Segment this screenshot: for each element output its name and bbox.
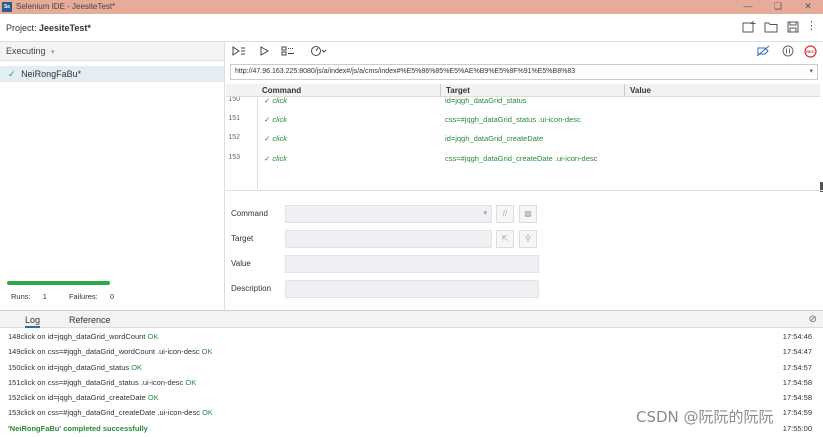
project-bar: Project: JeesiteTest* ⋮ [0, 14, 823, 42]
window-title: Selenium IDE - JeesiteTest* [16, 2, 116, 11]
table-row[interactable]: 153 ✓ click css=#jqgh_dataGrid_createDat… [226, 154, 820, 170]
log-line: 151click on css=#jqgh_dataGrid_status .u… [8, 378, 812, 387]
run-progress-bar [7, 281, 110, 285]
test-item-label: NeiRongFaBu* [21, 69, 82, 79]
command-label: Command [231, 209, 268, 218]
project-label: Project: [6, 23, 37, 33]
command-select[interactable]: ▾ [285, 205, 492, 223]
commands-table-body: 150 ✓ click id=jqgh_dataGrid_status 151 … [226, 97, 820, 189]
run-current-icon[interactable] [259, 46, 269, 56]
row-number: 150 [228, 97, 240, 103]
log-tabs: Log Reference ⊘ [0, 311, 823, 328]
value-label: Value [231, 259, 251, 268]
value-row: Value [226, 255, 823, 273]
executing-label: Executing [6, 46, 46, 56]
row-number: 153 [228, 154, 240, 161]
target-input[interactable] [285, 230, 492, 248]
log-line: 150click on id=jqgh_dataGrid_status OK 1… [8, 363, 812, 372]
value-input[interactable] [285, 255, 539, 273]
log-line: 148click on id=jqgh_dataGrid_wordCount O… [8, 332, 812, 341]
new-suite-icon[interactable] [742, 21, 756, 33]
description-row: Description [226, 280, 823, 298]
chevron-down-icon: ▾ [51, 49, 55, 56]
log-line: 149click on css=#jqgh_dataGrid_wordCount… [8, 347, 812, 356]
speed-icon[interactable] [310, 45, 328, 57]
row-command: ✓ click [264, 134, 287, 143]
row-command: ✓ click [264, 154, 287, 163]
window-titlebar: Se Selenium IDE - JeesiteTest* — ❏ ✕ [0, 0, 823, 14]
minimize-icon[interactable]: — [738, 1, 758, 11]
restore-icon[interactable]: ❏ [768, 1, 788, 12]
test-item-neirongfabu[interactable]: ✓ NeiRongFaBu* [0, 66, 224, 82]
save-icon[interactable] [786, 21, 800, 33]
table-row[interactable]: 151 ✓ click css=#jqgh_dataGrid_status .u… [226, 115, 820, 131]
table-row[interactable]: 150 ✓ click id=jqgh_dataGrid_status [226, 97, 820, 112]
csdn-watermark: CSDN @阮阮的阮阮 [636, 408, 774, 426]
test-editor-panel: REC http://47.96.163.225:8080/js/a/index… [226, 42, 823, 310]
run-all-icon[interactable] [232, 46, 246, 56]
row-number: 152 [228, 134, 240, 141]
toggle-comment-icon[interactable]: // [496, 205, 514, 223]
row-command: ✓ click [264, 115, 287, 124]
pause-icon[interactable] [782, 45, 794, 57]
header-command: Command [262, 86, 302, 95]
row-target: id=jqgh_dataGrid_status [445, 97, 527, 105]
header-value: Value [630, 86, 651, 95]
clear-log-icon[interactable]: ⊘ [809, 314, 817, 325]
run-toolbar: REC [226, 42, 823, 60]
table-row[interactable]: 152 ✓ click id=jqgh_dataGrid_createDate [226, 134, 820, 150]
row-target: css=#jqgh_dataGrid_createDate .ui-icon-d… [445, 154, 598, 163]
tab-log[interactable]: Log [25, 315, 41, 328]
base-url-input[interactable]: http://47.96.163.225:8080/js/a/index#/js… [230, 64, 818, 80]
command-row: Command ▾ // ▩ [226, 205, 823, 223]
executing-dropdown[interactable]: Executing ▾ [0, 42, 224, 61]
row-target: css=#jqgh_dataGrid_status .ui-icon-desc [445, 115, 581, 124]
row-target: id=jqgh_dataGrid_createDate [445, 134, 544, 143]
reference-icon[interactable]: ▩ [519, 205, 537, 223]
record-icon[interactable]: REC [804, 45, 817, 58]
selenium-app-icon: Se [2, 2, 12, 12]
chevron-down-icon[interactable]: ▾ [809, 67, 813, 75]
step-icon[interactable] [281, 46, 295, 56]
open-folder-icon[interactable] [764, 21, 778, 33]
tab-reference[interactable]: Reference [69, 315, 111, 325]
svg-text:REC: REC [806, 49, 815, 54]
search-icon[interactable]: ⚲ [519, 230, 537, 248]
target-row: Target ⇱ ⚲ [226, 230, 823, 248]
description-input[interactable] [285, 280, 539, 298]
description-label: Description [231, 284, 272, 293]
disable-breakpoints-icon[interactable] [756, 45, 770, 57]
select-target-icon[interactable]: ⇱ [496, 230, 514, 248]
command-editor: Command ▾ // ▩ Target ⇱ ⚲ Value Descript… [226, 190, 823, 310]
target-label: Target [231, 234, 254, 243]
log-line: 152click on id=jqgh_dataGrid_createDate … [8, 393, 812, 402]
header-target: Target [446, 86, 470, 95]
project-name[interactable]: JeesiteTest* [39, 23, 91, 33]
failures-stat: Failures: 0 [68, 292, 114, 301]
base-url-value: http://47.96.163.225:8080/js/a/index#/js… [235, 68, 576, 75]
runs-stat: Runs: 1 [11, 292, 47, 301]
commands-table-header: Command Target Value [226, 84, 820, 97]
project-heading: Project: JeesiteTest* [6, 23, 91, 33]
test-sidebar: Executing ▾ ✓ NeiRongFaBu* Runs: 1 Failu… [0, 42, 225, 310]
row-command: ✓ click [264, 97, 287, 105]
chevron-down-icon: ▾ [483, 210, 487, 217]
close-icon[interactable]: ✕ [798, 1, 818, 12]
check-icon: ✓ [8, 69, 16, 79]
run-stats: Runs: 1 Failures: 0 [11, 292, 134, 301]
row-number: 151 [228, 115, 240, 122]
more-icon[interactable]: ⋮ [806, 19, 820, 32]
